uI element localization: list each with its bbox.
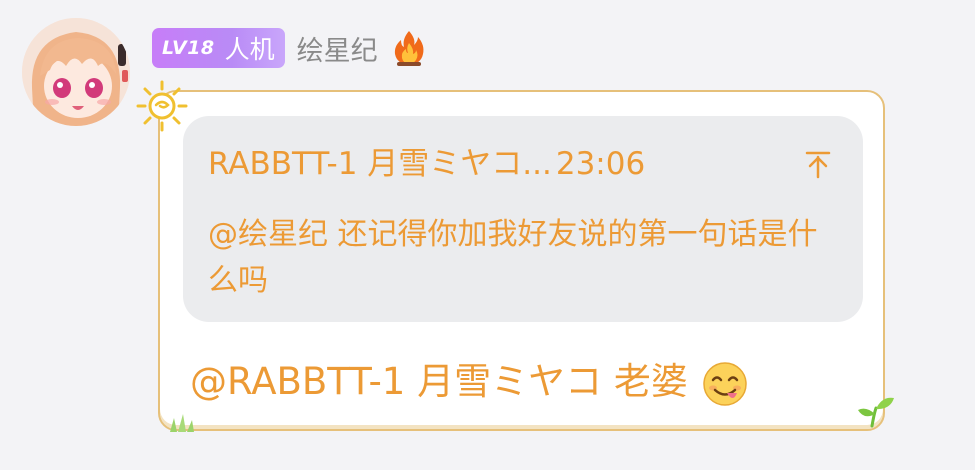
reply-quote[interactable]: RABBTT-1 月雪ミヤコ... 23:06 @绘星纪 还记得你加我好友说的第一… — [183, 116, 863, 322]
grass-decoration-icon — [170, 414, 194, 432]
quote-text: @绘星纪 还记得你加我好友说的第一句话是什么吗 — [208, 217, 818, 298]
sender-avatar[interactable] — [22, 18, 130, 126]
message-text-line: @RABBTT-1 月雪ミヤコ 老婆 — [190, 356, 748, 408]
sprout-decoration-icon — [858, 397, 894, 428]
message-header: LV18 人机 绘星纪 — [152, 28, 426, 68]
sun-decoration-icon — [136, 80, 188, 132]
fire-icon — [394, 31, 424, 66]
quote-author: RABBTT-1 月雪ミヤコ... — [208, 146, 552, 182]
level-role-badge[interactable]: LV18 人机 — [152, 28, 285, 68]
message-text: @RABBTT-1 月雪ミヤコ 老婆 — [190, 360, 688, 403]
quote-header: RABBTT-1 月雪ミヤコ... 23:06 — [208, 144, 838, 184]
arrow-up-to-top-icon[interactable] — [798, 144, 838, 184]
level-label: LV18 — [162, 37, 215, 59]
sender-nickname[interactable]: 绘星纪 — [297, 29, 378, 68]
role-label: 人机 — [224, 35, 275, 64]
quote-time: 23:06 — [555, 146, 646, 182]
anime-girl-avatar-icon — [22, 18, 130, 126]
yum-face-icon — [702, 361, 747, 406]
